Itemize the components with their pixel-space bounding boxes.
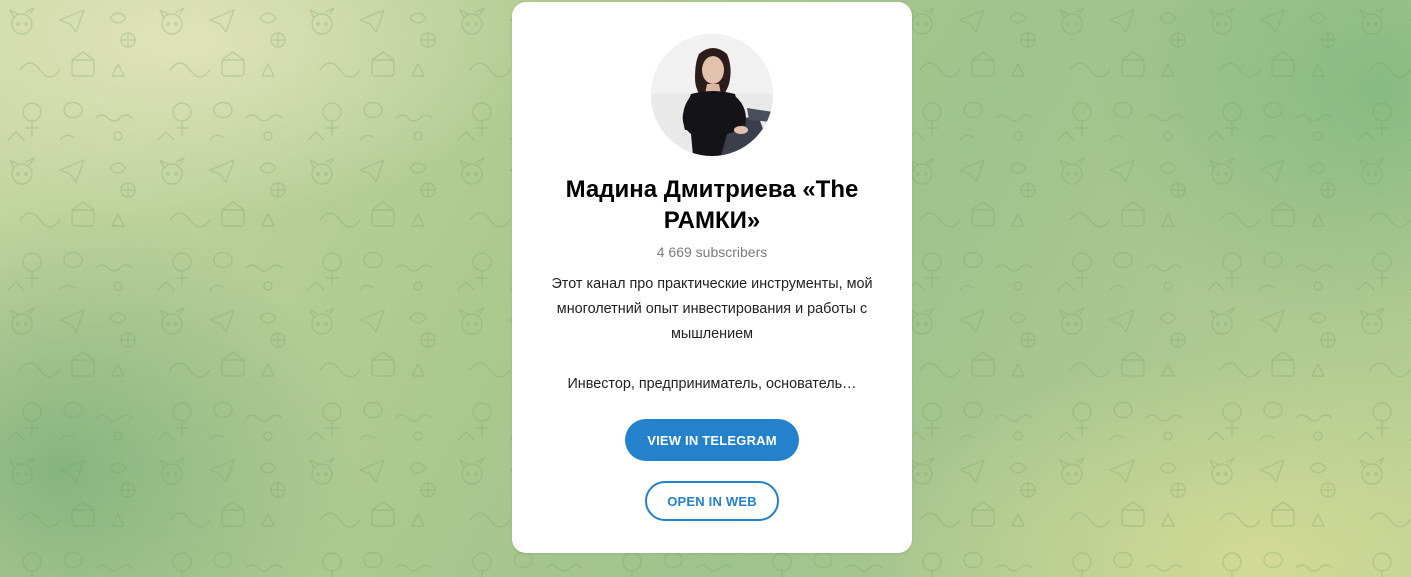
- avatar-photo-icon: [651, 34, 773, 156]
- view-in-telegram-button[interactable]: VIEW IN TELEGRAM: [625, 419, 799, 461]
- channel-description: Этот канал про практические инструменты,…: [526, 272, 898, 397]
- description-paragraph-2: Инвестор, предприниматель, основатель…: [567, 376, 857, 392]
- channel-card: Мадина Дмитриева «The РАМКИ» 4 669 subsc…: [512, 2, 912, 553]
- description-paragraph-1: Этот канал про практические инструменты,…: [551, 276, 873, 342]
- open-in-web-button[interactable]: OPEN IN WEB: [645, 481, 779, 521]
- channel-avatar[interactable]: [651, 34, 773, 156]
- channel-title: Мадина Дмитриева «The РАМКИ»: [565, 176, 859, 234]
- subscriber-count: 4 669 subscribers: [656, 244, 768, 260]
